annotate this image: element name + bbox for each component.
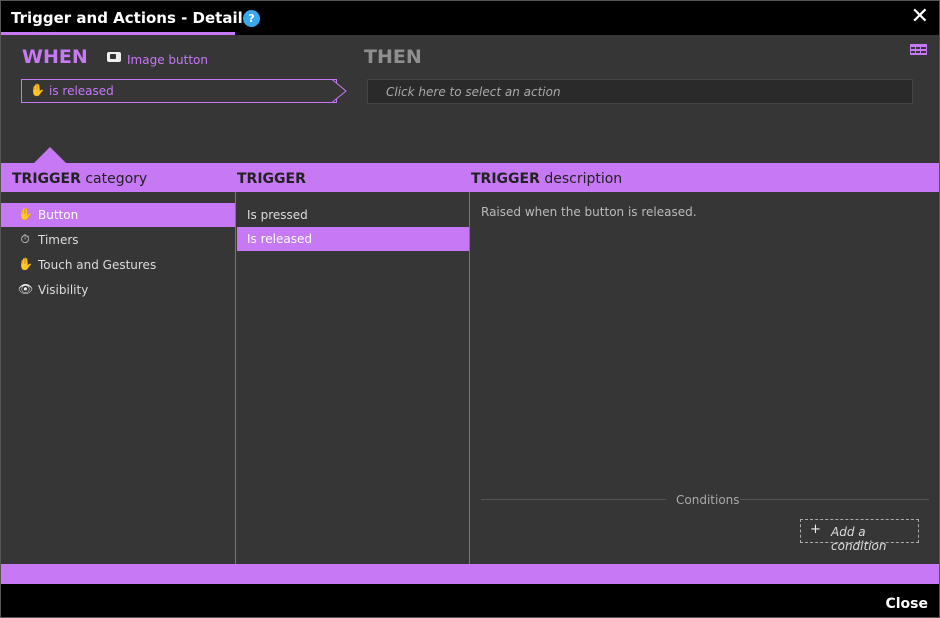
trigger-label: Is released [247, 232, 312, 246]
close-icon[interactable]: ✕ [911, 5, 929, 29]
category-label: Touch and Gestures [38, 258, 157, 272]
trigger-list: Is pressed Is released [236, 192, 470, 564]
category-item-button[interactable]: ✋ Button [1, 203, 235, 227]
category-label: Button [38, 208, 79, 222]
action-placeholder: Click here to select an action [386, 85, 561, 99]
column-headers: TRIGGER category TRIGGER TRIGGER descrip… [1, 163, 939, 192]
category-label: Timers [38, 233, 79, 247]
selected-trigger-text: is released [49, 84, 114, 98]
title-underline [1, 32, 235, 35]
category-item-timers[interactable]: ⏱ Timers [1, 228, 235, 252]
divider [481, 499, 666, 500]
category-item-touch-gestures[interactable]: ✋ Touch and Gestures [1, 253, 235, 277]
category-header: TRIGGER category [12, 171, 148, 187]
trigger-actions-dialog: Trigger and Actions - Details ? ✕ WHEN I… [0, 0, 940, 618]
category-label: Visibility [38, 283, 89, 297]
description-header: TRIGGER description [471, 171, 623, 187]
conditions-label: Conditions [676, 493, 740, 507]
plus-icon: + [810, 522, 821, 537]
image-button-icon [107, 52, 121, 62]
select-action-field[interactable]: Click here to select an action [367, 79, 913, 104]
hand-icon: ✋ [18, 257, 33, 271]
close-button[interactable]: Close [885, 596, 928, 612]
trigger-description: Raised when the button is released. [481, 205, 697, 219]
accent-band [1, 564, 939, 584]
hand-icon: ✋ [18, 207, 33, 221]
selected-trigger-field[interactable]: ✋ is released [21, 79, 337, 103]
source-element-link[interactable]: Image button [127, 53, 208, 67]
description-panel: Raised when the button is released. Cond… [470, 192, 939, 564]
category-list: ✋ Button ⏱ Timers ✋ Touch and Gestures 👁… [1, 192, 236, 564]
add-condition-label: Add a condition [831, 525, 887, 553]
trigger-item-is-pressed[interactable]: Is pressed [237, 203, 469, 227]
title-bar: Trigger and Actions - Details ? ✕ [1, 1, 939, 35]
divider [740, 499, 929, 500]
dialog-title: Trigger and Actions - Details [11, 9, 252, 27]
trigger-header: TRIGGER [237, 171, 306, 187]
help-icon[interactable]: ? [243, 10, 260, 27]
when-label: WHEN [22, 46, 88, 68]
timer-icon: ⏱ [20, 232, 30, 246]
hand-icon: ✋ [30, 83, 45, 97]
eye-icon: 👁 [18, 282, 34, 296]
add-condition-button[interactable]: + Add a condition [800, 519, 919, 553]
grid-view-icon[interactable] [910, 44, 927, 55]
trigger-item-is-released[interactable]: Is released [237, 227, 469, 251]
then-label: THEN [364, 46, 422, 68]
footer: Close [1, 584, 939, 617]
category-item-visibility[interactable]: 👁 Visibility [1, 278, 235, 302]
trigger-label: Is pressed [247, 208, 308, 222]
when-pointer [34, 147, 66, 163]
